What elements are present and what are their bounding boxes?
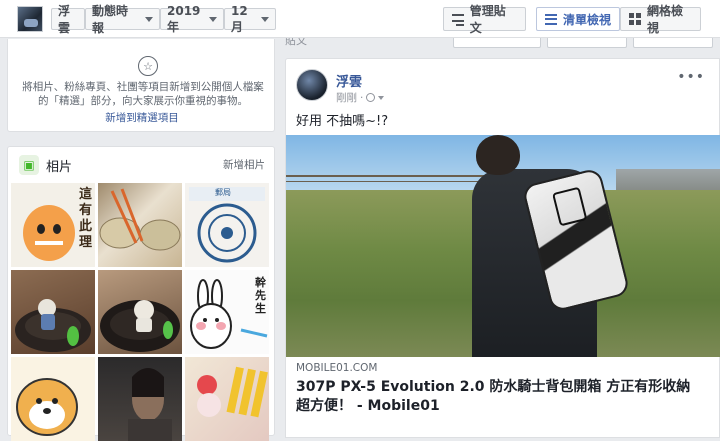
- ghost-grid-button[interactable]: [633, 38, 713, 48]
- chevron-down-icon: [145, 16, 153, 22]
- activity-filter-select[interactable]: 動態時報: [85, 4, 160, 35]
- ghost-list-button[interactable]: [547, 38, 627, 48]
- featured-card: ☆ 將相片、粉絲專頁、社團等項目新增到公開個人檔案的「精選」部分，向大家展示你重…: [7, 39, 275, 132]
- featured-description: 將相片、粉絲專頁、社團等項目新增到公開個人檔案的「精選」部分，向大家展示你重視的…: [22, 81, 264, 107]
- post-text: 好用 不抽嗎~!?: [296, 114, 389, 129]
- thumbnail-caption: 郵局: [215, 188, 231, 197]
- profile-name-button[interactable]: 浮雲: [51, 4, 85, 35]
- photo-thumbnail[interactable]: [185, 357, 269, 441]
- grid-view-label: 網格檢視: [647, 4, 684, 35]
- secondary-toolbar: 貼文: [285, 38, 720, 48]
- month-filter-select[interactable]: 12月: [224, 4, 276, 34]
- photo-thumbnail[interactable]: 郵局: [185, 183, 269, 267]
- photo-thumbnail[interactable]: [11, 270, 95, 354]
- manage-posts-label: 管理貼文: [469, 4, 506, 35]
- post-timestamp[interactable]: 剛剛: [336, 90, 357, 105]
- chevron-down-icon[interactable]: [378, 95, 385, 100]
- photo-icon: ▣: [19, 155, 39, 175]
- manage-icon: [452, 13, 464, 26]
- link-title[interactable]: 307P PX-5 Evolution 2.0 防水騎士背包開箱 方正有形收納超…: [296, 378, 691, 416]
- grid-view-button[interactable]: 網格檢視: [620, 4, 701, 35]
- thumbnail-caption: 這有此理: [79, 187, 93, 250]
- link-domain: MOBILE01.COM: [296, 362, 378, 374]
- posts-label: 貼文: [285, 38, 307, 47]
- activity-filter-label: 動態時報: [92, 4, 129, 35]
- list-view-button[interactable]: 清單檢視: [536, 7, 620, 31]
- profile-avatar[interactable]: [17, 6, 43, 32]
- photo-thumbnail[interactable]: [98, 357, 182, 441]
- manage-posts-button[interactable]: 管理貼文: [443, 4, 526, 35]
- photo-thumbnail[interactable]: [98, 183, 182, 267]
- year-filter-label: 2019年: [167, 3, 201, 34]
- month-filter-label: 12月: [231, 3, 248, 34]
- photos-title[interactable]: 相片: [46, 156, 72, 175]
- photo-thumbnail[interactable]: [11, 357, 95, 441]
- grid-icon: [629, 13, 641, 25]
- photos-card: ▣ 相片 新增相片 這有此理 郵局 幹先生: [7, 146, 275, 441]
- timeline-toolbar: 浮雲 動態時報 2019年 12月 管理貼文 清單檢視 網格檢視: [0, 0, 720, 38]
- list-icon: [545, 13, 557, 25]
- ellipsis-icon[interactable]: •••: [677, 69, 705, 85]
- star-icon: ☆: [138, 56, 158, 76]
- globe-icon[interactable]: [366, 93, 376, 102]
- chevron-down-icon: [209, 16, 217, 22]
- photo-thumbnail[interactable]: 幹先生: [185, 270, 269, 354]
- post-author[interactable]: 浮雲: [336, 71, 362, 90]
- photo-thumbnail[interactable]: 這有此理: [11, 183, 95, 267]
- ghost-manage-button[interactable]: [453, 38, 541, 48]
- post-meta: 剛剛 ·: [336, 90, 385, 105]
- list-view-label: 清單檢視: [563, 12, 612, 27]
- photo-thumbnail[interactable]: [98, 270, 182, 354]
- add-featured-link[interactable]: 新增到精選項目: [8, 110, 276, 125]
- link-preview-image[interactable]: [286, 135, 720, 357]
- chevron-down-icon: [261, 16, 269, 22]
- year-filter-select[interactable]: 2019年: [160, 4, 224, 34]
- add-photos-link[interactable]: 新增相片: [223, 157, 265, 172]
- author-avatar[interactable]: [296, 69, 328, 101]
- post-card: 浮雲 剛剛 · ••• 好用 不抽嗎~!? MOBILE01.COM 307P …: [285, 58, 720, 438]
- thumbnail-caption: 幹先生: [255, 276, 266, 315]
